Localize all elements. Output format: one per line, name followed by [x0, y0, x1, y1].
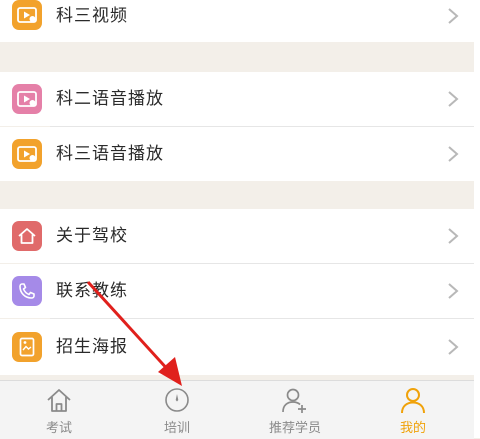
tab-label: 考试: [45, 421, 72, 436]
add-user-icon: [282, 388, 306, 413]
bottom-tab-bar: 考试 培训 推荐学员 我的: [0, 380, 474, 439]
compass-icon: [165, 388, 189, 412]
tab-training[interactable]: 培训: [118, 381, 236, 439]
tab-label: 培训: [163, 421, 190, 436]
menu-item-about-school[interactable]: 关于驾校: [0, 209, 474, 263]
tab-recommend-student[interactable]: 推荐学员: [236, 381, 354, 439]
chevron-right-icon: [448, 8, 459, 24]
video-icon: [12, 0, 42, 30]
home-outline-icon: [47, 389, 71, 412]
menu-item-label: 招生海报: [56, 337, 128, 357]
video-icon: [12, 84, 42, 114]
chevron-right-icon: [448, 228, 459, 244]
menu-item-ke-san-audio[interactable]: 科三语音播放: [0, 127, 474, 181]
menu-item-label: 联系教练: [56, 281, 128, 301]
menu-item-ke-san-video[interactable]: 科三视频: [0, 0, 474, 42]
chevron-right-icon: [448, 146, 459, 162]
tab-label: 推荐学员: [268, 421, 321, 436]
tab-exam[interactable]: 考试: [0, 381, 118, 439]
menu-item-ke-er-audio[interactable]: 科二语音播放: [0, 72, 474, 126]
chevron-right-icon: [448, 283, 459, 299]
tab-label: 我的: [399, 421, 426, 436]
home-icon: [12, 221, 42, 251]
video-icon: [12, 139, 42, 169]
chevron-right-icon: [448, 339, 459, 355]
menu-item-contact-coach[interactable]: 联系教练: [0, 264, 474, 318]
tab-mine[interactable]: 我的: [354, 381, 472, 439]
chevron-right-icon: [448, 91, 459, 107]
menu-item-label: 科三视频: [56, 6, 128, 26]
screen: 科三视频 科二语音播放 科三语音播放 关于驾校 联系教练 招生海报 考试 培训 …: [0, 0, 480, 439]
poster-icon: [12, 332, 42, 362]
menu-item-enrollment-poster[interactable]: 招生海报: [0, 319, 474, 375]
menu-item-label: 科二语音播放: [56, 89, 164, 109]
person-icon: [401, 388, 425, 414]
menu-item-label: 科三语音播放: [56, 144, 164, 164]
menu-item-label: 关于驾校: [56, 226, 128, 246]
phone-icon: [12, 276, 42, 306]
